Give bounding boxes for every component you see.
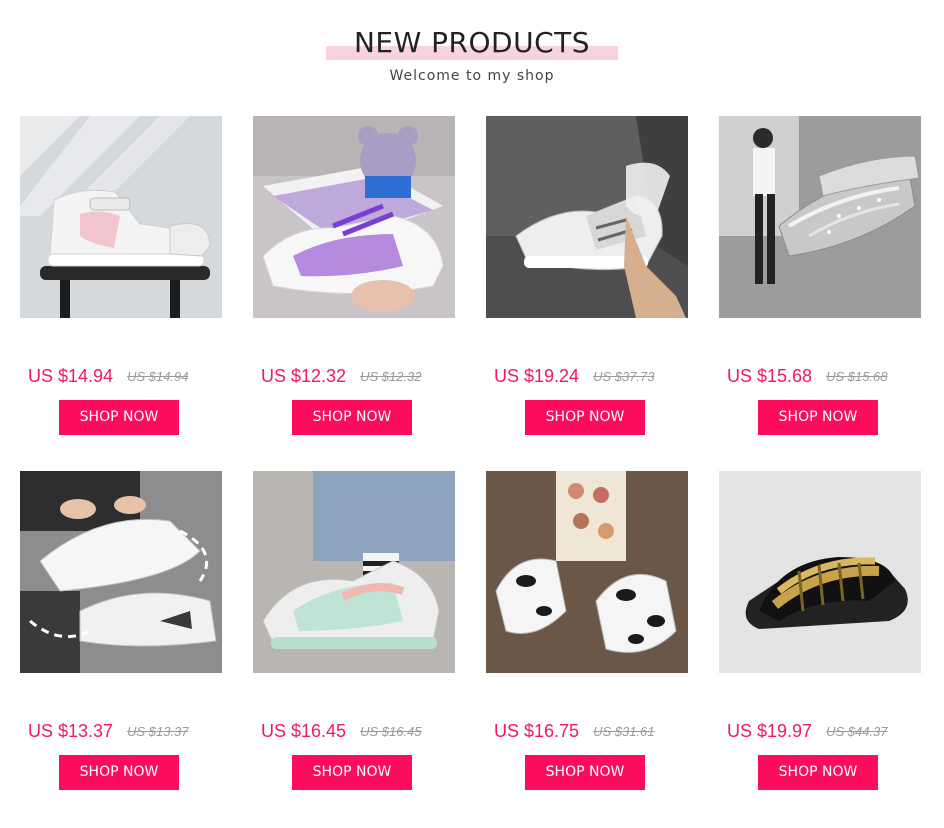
price-row: US $13.37 US $13.37	[28, 721, 189, 742]
product-image[interactable]	[486, 116, 688, 318]
original-price: US $15.68	[826, 369, 888, 384]
original-price: US $37.73	[593, 369, 655, 384]
original-price: US $31.61	[593, 724, 655, 739]
product-image[interactable]	[253, 471, 455, 673]
original-price: US $14.94	[127, 369, 189, 384]
current-price: US $16.75	[494, 721, 580, 741]
price-row: US $19.24 US $37.73	[494, 366, 655, 387]
product-card: US $19.97 US $44.37 SHOP NOW	[719, 471, 921, 790]
current-price: US $12.32	[261, 366, 347, 386]
shop-now-button[interactable]: SHOP NOW	[59, 755, 179, 790]
shop-now-button[interactable]: SHOP NOW	[758, 400, 878, 435]
original-price: US $16.45	[360, 724, 422, 739]
price-row: US $12.32 US $12.32	[261, 366, 422, 387]
current-price: US $13.37	[28, 721, 114, 741]
current-price: US $14.94	[28, 366, 114, 386]
current-price: US $19.97	[727, 721, 813, 741]
shop-now-button[interactable]: SHOP NOW	[525, 755, 645, 790]
shop-now-button[interactable]: SHOP NOW	[525, 400, 645, 435]
shop-now-button[interactable]: SHOP NOW	[292, 400, 412, 435]
section-title: NEW PRODUCTS	[353, 26, 591, 59]
shop-now-button[interactable]: SHOP NOW	[292, 755, 412, 790]
product-card: US $13.37 US $13.37 SHOP NOW	[20, 471, 222, 790]
product-grid: US $14.94 US $14.94 SHOP NOW US $12.32 U…	[20, 116, 921, 790]
product-image[interactable]	[719, 471, 921, 673]
current-price: US $15.68	[727, 366, 813, 386]
shop-now-button[interactable]: SHOP NOW	[758, 755, 878, 790]
product-image[interactable]	[20, 471, 222, 673]
product-image[interactable]	[719, 116, 921, 318]
title-wrap: NEW PRODUCTS	[325, 22, 619, 64]
product-card: US $16.45 US $16.45 SHOP NOW	[253, 471, 455, 790]
price-row: US $16.75 US $31.61	[494, 721, 655, 742]
product-card: US $15.68 US $15.68 SHOP NOW	[719, 116, 921, 435]
product-image[interactable]	[20, 116, 222, 318]
product-card: US $12.32 US $12.32 SHOP NOW	[253, 116, 455, 435]
section-subtitle: Welcome to my shop	[389, 68, 555, 84]
product-card: US $16.75 US $31.61 SHOP NOW	[486, 471, 688, 790]
original-price: US $12.32	[360, 369, 422, 384]
original-price: US $13.37	[127, 724, 189, 739]
price-row: US $14.94 US $14.94	[28, 366, 189, 387]
product-image[interactable]	[486, 471, 688, 673]
price-row: US $16.45 US $16.45	[261, 721, 422, 742]
price-row: US $19.97 US $44.37	[727, 721, 888, 742]
shop-now-button[interactable]: SHOP NOW	[59, 400, 179, 435]
price-row: US $15.68 US $15.68	[727, 366, 888, 387]
product-image[interactable]	[253, 116, 455, 318]
current-price: US $19.24	[494, 366, 580, 386]
product-card: US $19.24 US $37.73 SHOP NOW	[486, 116, 688, 435]
current-price: US $16.45	[261, 721, 347, 741]
product-page: NEW PRODUCTS Welcome to my shop US $14.9…	[0, 0, 944, 828]
original-price: US $44.37	[826, 724, 888, 739]
section-header: NEW PRODUCTS Welcome to my shop	[0, 22, 944, 84]
product-card: US $14.94 US $14.94 SHOP NOW	[20, 116, 222, 435]
